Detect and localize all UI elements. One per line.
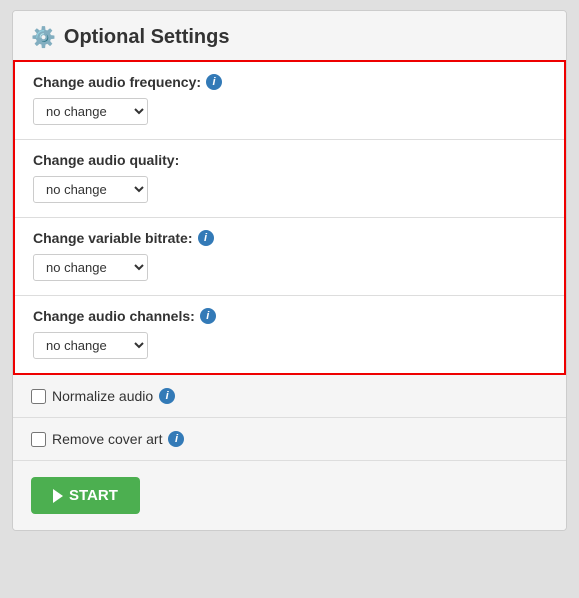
- footer: START: [13, 461, 566, 530]
- card-title: Optional Settings: [64, 26, 230, 49]
- optional-settings-card: ⚙️ Optional Settings Change audio freque…: [12, 10, 567, 531]
- audio-frequency-select[interactable]: no change 8000 Hz 11025 Hz 16000 Hz 2205…: [33, 98, 148, 125]
- normalize-audio-checkbox[interactable]: [31, 389, 46, 404]
- audio-frequency-label: Change audio frequency: i: [33, 74, 546, 90]
- audio-channels-section: Change audio channels: i no change 1 (mo…: [15, 296, 564, 373]
- audio-frequency-info-icon[interactable]: i: [206, 74, 222, 90]
- audio-quality-section: Change audio quality: no change 0 (best)…: [15, 140, 564, 218]
- chevron-right-icon: [53, 489, 63, 503]
- remove-cover-art-section: Remove cover art i: [13, 418, 566, 461]
- audio-quality-select[interactable]: no change 0 (best) 1 2 3 4 5 6 7 8 9 (wo…: [33, 176, 148, 203]
- remove-cover-art-label[interactable]: Remove cover art i: [31, 431, 184, 447]
- variable-bitrate-select[interactable]: no change enabled disabled: [33, 254, 148, 281]
- normalize-audio-info-icon[interactable]: i: [159, 388, 175, 404]
- audio-channels-label: Change audio channels: i: [33, 308, 546, 324]
- start-button[interactable]: START: [31, 477, 140, 514]
- variable-bitrate-label: Change variable bitrate: i: [33, 230, 546, 246]
- audio-channels-info-icon[interactable]: i: [200, 308, 216, 324]
- remove-cover-art-checkbox[interactable]: [31, 432, 46, 447]
- normalize-audio-label[interactable]: Normalize audio i: [31, 388, 175, 404]
- gear-icon: ⚙️: [31, 25, 56, 50]
- audio-frequency-section: Change audio frequency: i no change 8000…: [15, 62, 564, 140]
- card-header: ⚙️ Optional Settings: [13, 11, 566, 60]
- audio-quality-label: Change audio quality:: [33, 152, 546, 168]
- audio-settings-group: Change audio frequency: i no change 8000…: [13, 60, 566, 375]
- normalize-audio-section: Normalize audio i: [13, 375, 566, 418]
- variable-bitrate-info-icon[interactable]: i: [198, 230, 214, 246]
- variable-bitrate-section: Change variable bitrate: i no change ena…: [15, 218, 564, 296]
- remove-cover-art-info-icon[interactable]: i: [168, 431, 184, 447]
- audio-channels-select[interactable]: no change 1 (mono) 2 (stereo): [33, 332, 148, 359]
